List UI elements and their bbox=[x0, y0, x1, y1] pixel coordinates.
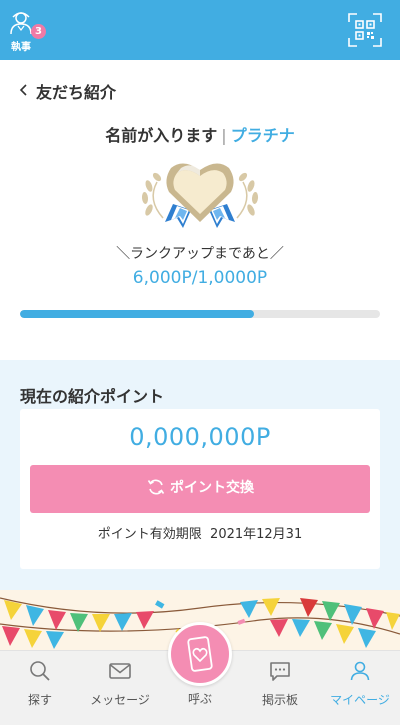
rank-line: 名前が入ります | プラチナ bbox=[0, 122, 400, 146]
back-chevron-icon[interactable] bbox=[18, 82, 30, 98]
page-header: 友だち紹介 bbox=[0, 60, 400, 120]
refresh-icon bbox=[147, 479, 165, 495]
nav-mypage-label: マイページ bbox=[330, 693, 390, 707]
page-title: 友だち紹介 bbox=[36, 83, 117, 102]
points-card: 0,000,000P ポイント交換 ポイント有効期限 2021年12月31 bbox=[20, 409, 380, 569]
call-button[interactable] bbox=[168, 622, 232, 686]
expiry-line: ポイント有効期限 2021年12月31 bbox=[20, 523, 380, 542]
expiry-date: 2021年12月31 bbox=[210, 527, 303, 542]
rank-progress-fill bbox=[20, 310, 254, 318]
butler-label: 執事 bbox=[11, 42, 31, 53]
user-name: 名前が入ります bbox=[105, 126, 218, 145]
nav-messages-label: メッセージ bbox=[90, 693, 150, 707]
notification-badge: 3 bbox=[31, 24, 46, 39]
search-icon bbox=[30, 661, 50, 681]
butler-icon bbox=[10, 12, 32, 35]
points-heading: 現在の紹介ポイント bbox=[20, 387, 165, 406]
point-exchange-label: ポイント交換 bbox=[170, 480, 254, 496]
rankup-label: ＼ランクアップまであと／ bbox=[116, 246, 284, 262]
nav-board-label: 掲示板 bbox=[261, 693, 298, 707]
point-exchange-button[interactable]: ポイント交換 bbox=[30, 465, 370, 513]
rank-progress-text: 6,000P/1,0000P bbox=[132, 268, 268, 288]
nav-search[interactable]: 探す bbox=[0, 651, 80, 725]
rank-separator: | bbox=[221, 126, 227, 145]
rank-progress-bar bbox=[20, 310, 380, 318]
app-header: 3 執事 bbox=[0, 0, 400, 60]
nav-board[interactable]: 掲示板 bbox=[240, 651, 320, 725]
nav-search-label: 探す bbox=[27, 693, 52, 707]
chat-bubble-icon bbox=[270, 662, 290, 681]
points-section: 現在の紹介ポイント 0,000,000P ポイント交換 ポイント有効期限 202… bbox=[0, 360, 400, 595]
butler-button[interactable]: 3 執事 bbox=[8, 10, 46, 53]
nav-messages[interactable]: メッセージ bbox=[80, 651, 160, 725]
points-value: 0,000,000P bbox=[129, 423, 271, 451]
person-icon bbox=[350, 661, 370, 681]
platinum-medal-icon bbox=[141, 163, 259, 228]
qr-code-icon[interactable] bbox=[348, 13, 382, 47]
expiry-label: ポイント有効期限 bbox=[97, 527, 202, 542]
rank-level: プラチナ bbox=[230, 126, 295, 145]
nav-mypage[interactable]: マイページ bbox=[320, 651, 400, 725]
nav-call-label: 呼ぶ bbox=[187, 692, 212, 706]
phone-heart-icon bbox=[187, 636, 213, 672]
mail-icon bbox=[109, 663, 131, 679]
